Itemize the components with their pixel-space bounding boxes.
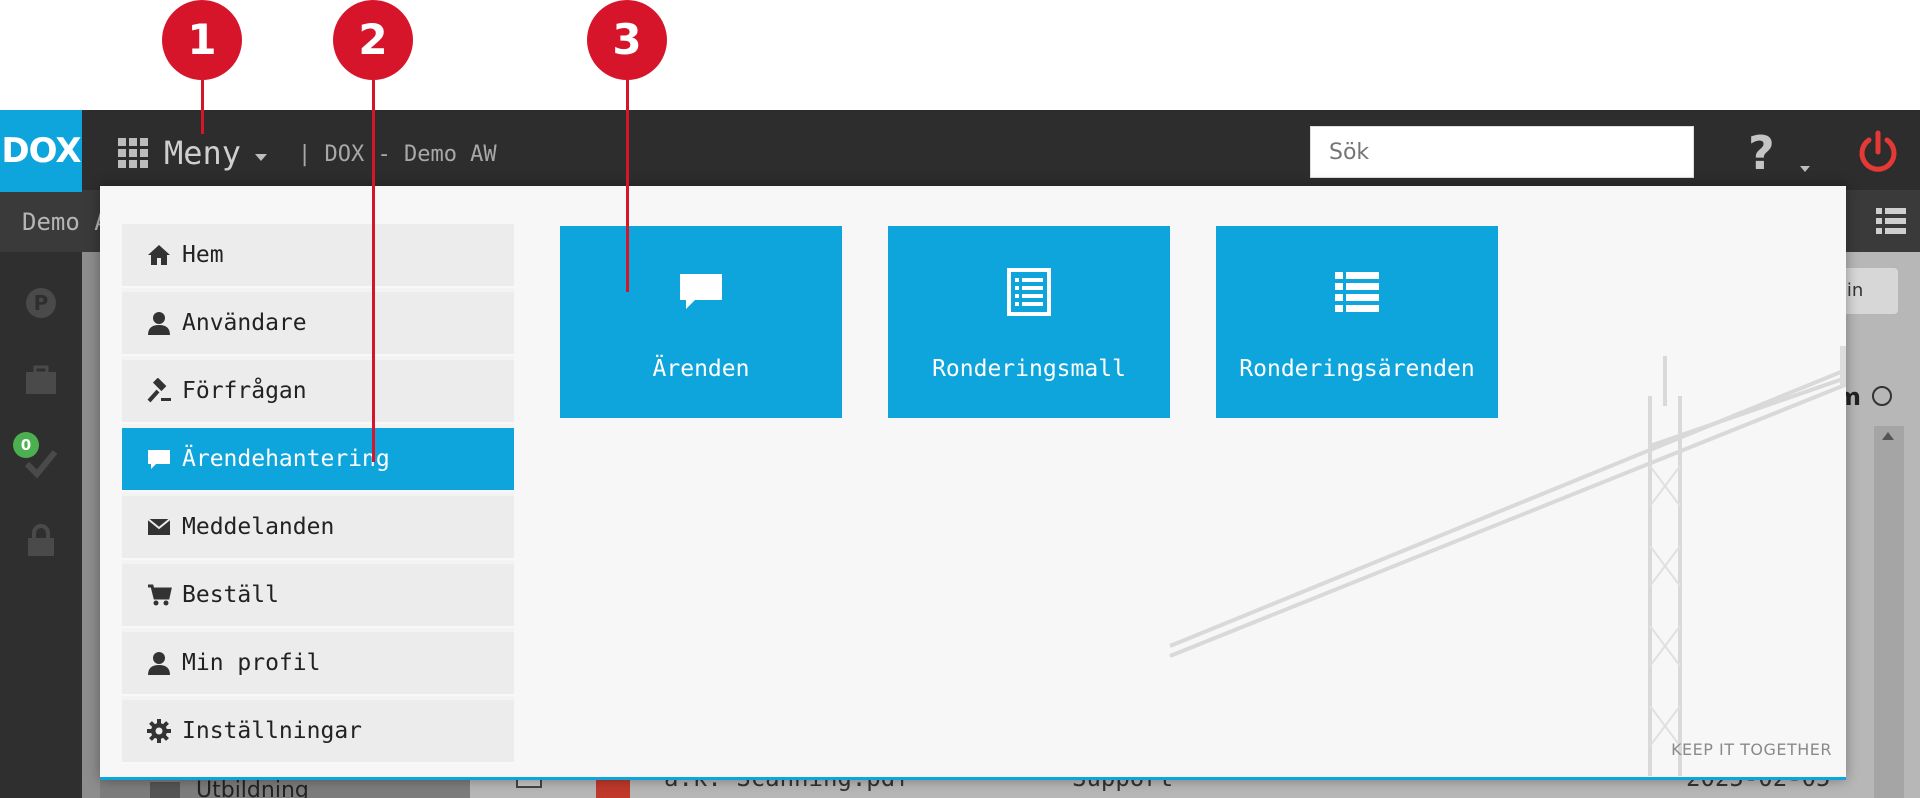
tile-ronderingsarenden[interactable]: Ronderingsärenden: [1216, 226, 1498, 418]
list-icon: [1335, 272, 1379, 312]
nav-item-label: Ärendehantering: [182, 446, 390, 472]
help-dropdown-chevron-icon[interactable]: [1800, 166, 1810, 172]
nav-item-label: Hem: [182, 242, 224, 268]
chat-icon: [148, 450, 170, 469]
gavel-icon: [147, 378, 171, 403]
nav-item-min-profil[interactable]: Min profil: [122, 632, 514, 696]
search-input[interactable]: [1310, 126, 1694, 178]
tile-label: Ronderingsmall: [932, 356, 1126, 382]
callout-1-line: [201, 80, 204, 134]
task-count-badge: 0: [13, 432, 39, 458]
nav-item-label: Förfrågan: [182, 378, 307, 404]
user-icon: [148, 312, 170, 335]
list-view-icon[interactable]: [1876, 208, 1906, 234]
nav-item-label: Inställningar: [182, 718, 363, 744]
nav-item-label: Användare: [182, 310, 307, 336]
dox-logo[interactable]: DOX: [0, 110, 82, 192]
lock-icon[interactable]: [24, 524, 58, 558]
nav-item-anvandare[interactable]: Användare: [122, 292, 514, 356]
document-list-icon: [1007, 268, 1051, 316]
folder-icon: [150, 782, 180, 798]
nav-item-installningar[interactable]: Inställningar: [122, 700, 514, 764]
tile-arenden[interactable]: Ärenden: [560, 226, 842, 418]
nav-item-meddelanden[interactable]: Meddelanden: [122, 496, 514, 560]
home-icon: [148, 245, 170, 265]
gear-icon: [147, 719, 171, 743]
callout-2-line: [372, 80, 375, 462]
callout-3: 3: [587, 0, 667, 80]
workspace-name: Demo A: [22, 208, 109, 236]
parking-icon[interactable]: P: [24, 286, 58, 320]
chevron-down-icon: [255, 153, 268, 161]
background-scrollbar: [1874, 426, 1904, 798]
nav-item-forfragan[interactable]: Förfrågan: [122, 360, 514, 424]
column-sort-icon: [1872, 386, 1892, 406]
envelope-icon: [147, 518, 171, 535]
background-tree-item: Utbildning: [196, 778, 309, 798]
nav-item-label: Beställ: [182, 582, 279, 608]
menu-label: Meny: [164, 134, 242, 172]
briefcase-icon[interactable]: [24, 364, 58, 398]
callout-2: 2: [333, 0, 413, 80]
cart-icon: [148, 584, 172, 606]
tile-label: Ronderingsärenden: [1239, 356, 1475, 382]
main-menu-dropdown: Hem Användare Förfrågan Ärendehantering …: [100, 186, 1846, 780]
user-icon: [148, 652, 170, 675]
breadcrumb: | DOX - Demo AW: [298, 142, 497, 167]
callout-1: 1: [162, 0, 242, 80]
screenshot-stage: Demo A P 0 ka in m a.k. Scanning.pdf Sup…: [0, 0, 1920, 798]
nav-item-label: Meddelanden: [182, 514, 335, 540]
tagline: KEEP IT TOGETHER: [1671, 740, 1832, 759]
menu-button[interactable]: Meny: [118, 133, 268, 173]
nav-item-hem[interactable]: Hem: [122, 224, 514, 288]
tile-label: Ärenden: [652, 356, 750, 382]
power-logout-icon[interactable]: [1856, 130, 1900, 174]
help-icon[interactable]: ?: [1748, 126, 1775, 180]
nav-item-arendehantering[interactable]: Ärendehantering: [122, 428, 514, 492]
scroll-up-arrow-icon: [1882, 432, 1894, 440]
chat-icon: [680, 274, 722, 309]
tile-ronderingsmall[interactable]: Ronderingsmall: [888, 226, 1170, 418]
menu-navigation-list: Hem Användare Förfrågan Ärendehantering …: [122, 224, 514, 764]
nav-item-bestall[interactable]: Beställ: [122, 564, 514, 628]
app-grid-icon: [118, 138, 148, 168]
callout-3-line: [626, 80, 629, 292]
svg-text:P: P: [34, 291, 49, 315]
nav-item-label: Min profil: [182, 650, 321, 676]
